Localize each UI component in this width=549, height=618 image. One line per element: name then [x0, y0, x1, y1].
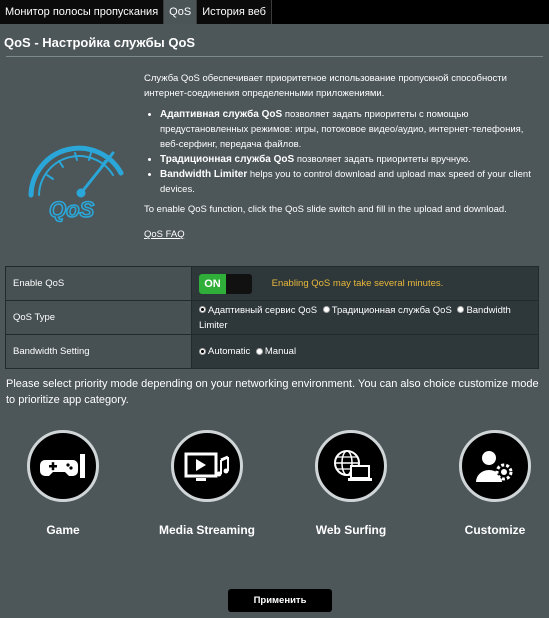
radio-automatic[interactable]: Automatic [199, 346, 253, 357]
tab-bar: Монитор полосы пропускания QoS История в… [0, 0, 549, 24]
description: Служба QoS обеспечивает приоритетное исп… [144, 71, 542, 242]
enable-hint: To enable QoS function, click the QoS sl… [144, 204, 507, 215]
mode-customize-button[interactable] [450, 430, 540, 502]
page-title: QoS - Настройка службы QoS [4, 35, 196, 50]
tab-qos[interactable]: QoS [164, 0, 198, 24]
radio-traditional[interactable]: Традиционная служба QoS [322, 305, 455, 316]
tab-web-history[interactable]: История веб [197, 0, 272, 24]
mode-media-streaming-label: Media Streaming [158, 523, 256, 537]
qos-type-label: QoS Type [5, 300, 192, 335]
qos-logo: QoS [28, 145, 124, 223]
divider [6, 56, 543, 57]
table-row: Enable QoS ON Enabling QoS may take seve… [5, 266, 539, 301]
tab-bandwidth-monitor[interactable]: Монитор полосы пропускания [0, 0, 165, 24]
feature-list: Адаптивная служба QoS позволяет задать п… [144, 107, 542, 197]
list-item: Bandwidth Limiter helps you to control d… [160, 167, 542, 197]
radio-adaptive[interactable]: Адаптивный сервис QoS [199, 305, 320, 316]
bandwidth-setting-label: Bandwidth Setting [5, 334, 192, 369]
gamepad-icon [40, 454, 85, 478]
apply-button[interactable]: Применить [228, 589, 332, 612]
settings-table: Enable QoS ON Enabling QoS may take seve… [5, 266, 539, 369]
logo-text: QoS [49, 197, 95, 222]
web-surfing-icon [334, 450, 372, 481]
intro-text: Служба QoS обеспечивает приоритетное исп… [144, 73, 507, 99]
mode-game-label: Game [46, 523, 80, 537]
warning-text: Enabling QoS may take several minutes. [271, 278, 444, 289]
list-item: Адаптивная служба QoS позволяет задать п… [160, 107, 542, 152]
table-row: Bandwidth Setting Automatic Manual [5, 334, 539, 369]
qos-faq-link[interactable]: QoS FAQ [144, 227, 185, 242]
list-item: Традиционная служба QoS позволяет задать… [160, 152, 542, 167]
mode-game-button[interactable] [18, 430, 108, 502]
priority-prompt: Please select priority mode depending on… [6, 378, 539, 406]
mode-customize-label: Customize [464, 523, 526, 537]
qos-toggle[interactable]: ON [199, 273, 252, 294]
mode-web-surfing-button[interactable] [306, 430, 396, 502]
table-row: QoS Type Адаптивный сервис QoS Традицион… [5, 300, 539, 335]
customize-icon [476, 451, 513, 482]
mode-media-streaming-button[interactable] [162, 430, 252, 502]
media-streaming-icon [184, 452, 229, 481]
mode-web-surfing-label: Web Surfing [315, 523, 387, 537]
radio-manual[interactable]: Manual [255, 346, 299, 357]
enable-qos-label: Enable QoS [5, 266, 192, 301]
